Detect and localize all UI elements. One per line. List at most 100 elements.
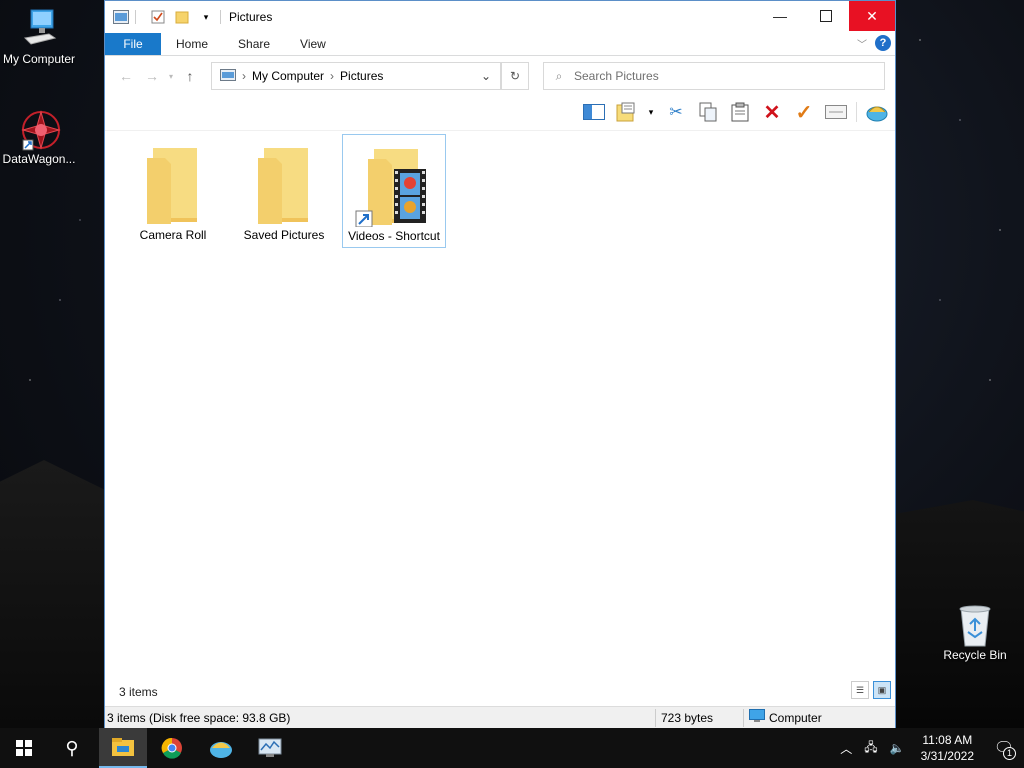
- item-label: Videos - Shortcut: [348, 229, 440, 243]
- desktop-icon-label: DataWagon...: [2, 152, 76, 166]
- title-bar[interactable]: ▾ Pictures — ✕: [105, 1, 895, 33]
- refresh-icon: ↻: [509, 69, 521, 83]
- search-placeholder: Search Pictures: [574, 69, 659, 83]
- network-icon[interactable]: 🖧: [864, 738, 877, 759]
- search-button[interactable]: ⚲: [48, 728, 96, 768]
- desktop-icon-my-computer[interactable]: My Computer: [0, 8, 81, 66]
- item-label: Saved Pictures: [243, 228, 325, 242]
- address-bar[interactable]: › My Computer › Pictures ⌄: [211, 62, 501, 90]
- location-icon: [220, 68, 236, 84]
- back-button[interactable]: ←: [113, 68, 139, 84]
- computer-icon: [19, 8, 59, 48]
- folder-icon: [256, 144, 312, 226]
- address-dropdown-icon[interactable]: ⌄: [472, 69, 500, 83]
- paste-icon[interactable]: [728, 100, 752, 124]
- window-title: Pictures: [229, 10, 273, 24]
- tab-share[interactable]: Share: [223, 33, 285, 55]
- clock-date: 3/31/2022: [920, 749, 974, 763]
- preview-pane-icon[interactable]: [582, 100, 606, 124]
- search-icon: ⌕: [555, 68, 563, 83]
- desktop-icon-datawagon[interactable]: DataWagon...: [0, 108, 81, 166]
- taskbar-chrome[interactable]: [148, 728, 196, 768]
- select-all-icon[interactable]: [824, 100, 848, 124]
- clock[interactable]: 11:08 AM 3/31/2022: [921, 732, 974, 764]
- ribbon-tabs: File Home Share View ﹀ ?: [105, 33, 895, 56]
- taskbar: ⚲ ︿ 🖧 🔈 11:08 AM 3/31/2022 🗨 1: [0, 728, 1024, 768]
- item-count-row: 3 items ☰ ▣: [105, 681, 895, 703]
- help-icon[interactable]: ?: [875, 35, 891, 51]
- datawagon-icon: [19, 108, 61, 151]
- details-view-icon: ☰: [855, 684, 865, 695]
- window-icon: [113, 9, 129, 25]
- resource-monitor-icon: [258, 738, 282, 757]
- taskbar-monitor-app[interactable]: [246, 728, 294, 768]
- rename-icon[interactable]: ✓: [792, 100, 816, 124]
- tab-home[interactable]: Home: [161, 33, 223, 55]
- search-icon: ⚲: [65, 737, 79, 758]
- expand-ribbon-icon[interactable]: ﹀: [857, 36, 867, 51]
- up-button[interactable]: ↑: [177, 68, 203, 84]
- notification-badge: 1: [1003, 747, 1016, 760]
- close-icon: ✕: [866, 7, 878, 24]
- shell-icon: [210, 742, 232, 758]
- shell-icon[interactable]: [865, 100, 889, 124]
- copy-icon[interactable]: [696, 100, 720, 124]
- properties-icon[interactable]: [150, 9, 166, 25]
- item-count: 3 items: [119, 685, 158, 699]
- breadcrumb-my-computer[interactable]: My Computer: [252, 69, 324, 83]
- chrome-icon: [161, 737, 182, 759]
- system-tray: ︿ 🖧 🔈 11:08 AM 3/31/2022 🗨 1: [834, 728, 1024, 768]
- recycle-bin-icon: [955, 604, 995, 647]
- file-explorer-icon: [112, 738, 134, 756]
- show-hidden-icons-icon[interactable]: ︿: [840, 740, 852, 757]
- maximize-icon: [820, 10, 832, 22]
- search-box[interactable]: ⌕ Search Pictures: [543, 62, 885, 90]
- tab-view[interactable]: View: [285, 33, 341, 55]
- volume-icon[interactable]: 🔈: [890, 741, 905, 755]
- large-icons-view-button[interactable]: ▣: [873, 681, 891, 699]
- computer-icon: [749, 709, 765, 726]
- breadcrumb-separator-icon: ›: [242, 69, 246, 83]
- folder-item-camera-roll[interactable]: Camera Roll: [121, 134, 225, 248]
- folder-item-saved-pictures[interactable]: Saved Pictures: [232, 134, 336, 248]
- explorer-window: ▾ Pictures — ✕ File Home Share View ﹀ ? …: [104, 0, 896, 729]
- cut-icon[interactable]: ✂: [664, 100, 688, 124]
- desktop-icon-label: Recycle Bin: [943, 648, 1007, 662]
- breadcrumb-pictures[interactable]: Pictures: [340, 69, 383, 83]
- minimize-icon: —: [773, 8, 787, 24]
- navigation-bar: ← → ▾ ↑ › My Computer › Pictures ⌄ ↻ ⌕ S…: [105, 56, 895, 96]
- action-center-button[interactable]: 🗨 1: [984, 728, 1024, 768]
- start-button[interactable]: [0, 728, 48, 768]
- status-summary: 3 items (Disk free space: 93.8 GB): [107, 711, 291, 725]
- properties-icon[interactable]: [614, 100, 638, 124]
- taskbar-file-explorer[interactable]: [99, 728, 147, 768]
- clock-time: 11:08 AM: [922, 733, 973, 747]
- minimize-button[interactable]: —: [757, 1, 803, 31]
- forward-button[interactable]: →: [139, 68, 165, 84]
- file-list[interactable]: Camera Roll Saved Pictures Videos - Shor…: [105, 129, 895, 677]
- status-size: 723 bytes: [661, 711, 714, 725]
- desktop-icon-recycle-bin[interactable]: Recycle Bin: [933, 604, 1017, 662]
- taskbar-shell-app[interactable]: [197, 728, 245, 768]
- desktop-icon-label: My Computer: [2, 52, 76, 66]
- command-toolbar: ▾ ✂ ✕ ✓: [105, 96, 895, 131]
- maximize-button[interactable]: [803, 1, 849, 31]
- dropdown-icon[interactable]: ▾: [646, 100, 656, 124]
- shortcut-item-videos[interactable]: Videos - Shortcut: [342, 134, 446, 248]
- refresh-button[interactable]: ↻: [501, 62, 529, 90]
- status-location: Computer: [769, 710, 822, 725]
- breadcrumb-separator-icon: ›: [330, 69, 335, 83]
- delete-icon[interactable]: ✕: [760, 100, 784, 124]
- status-bar: 3 items (Disk free space: 93.8 GB) 723 b…: [105, 706, 895, 729]
- close-button[interactable]: ✕: [849, 1, 895, 31]
- details-view-button[interactable]: ☰: [851, 681, 869, 699]
- recent-locations-icon[interactable]: ▾: [165, 72, 177, 81]
- tab-file[interactable]: File: [105, 33, 161, 55]
- item-label: Camera Roll: [139, 228, 207, 242]
- new-folder-icon[interactable]: [174, 9, 190, 25]
- large-icons-view-icon: ▣: [877, 684, 887, 695]
- video-folder-shortcut-icon: [354, 145, 434, 228]
- windows-logo-icon: [16, 740, 32, 756]
- folder-icon: [145, 144, 201, 226]
- customize-toolbar-icon[interactable]: ▾: [198, 9, 214, 25]
